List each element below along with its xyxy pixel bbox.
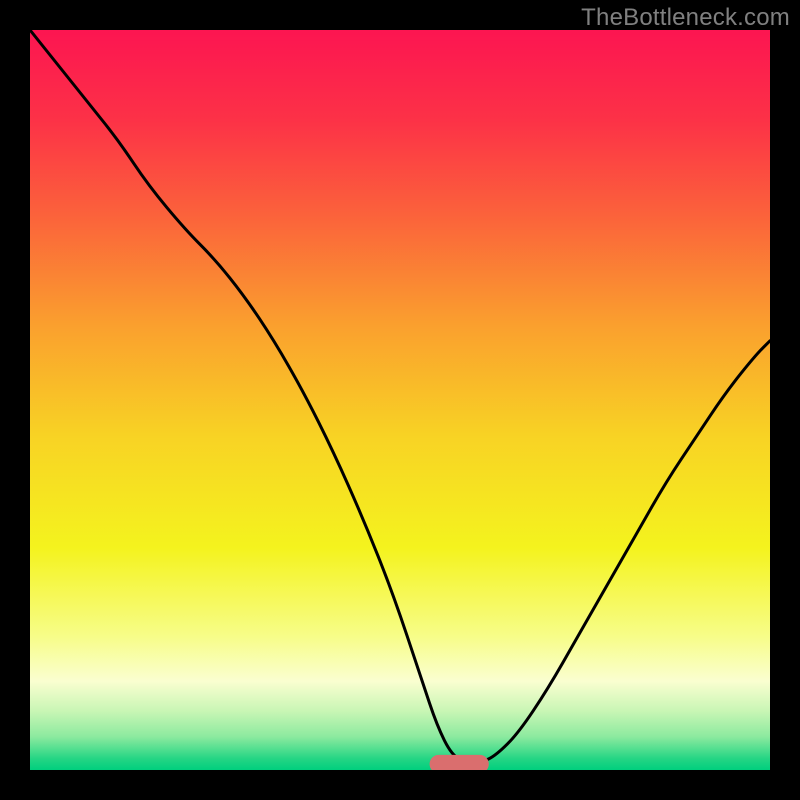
chart-plot-area: [30, 30, 770, 770]
chart-frame: TheBottleneck.com: [0, 0, 800, 800]
chart-background: [30, 30, 770, 770]
optimal-marker: [430, 755, 489, 770]
watermark-text: TheBottleneck.com: [581, 4, 790, 32]
chart-svg: [30, 30, 770, 770]
